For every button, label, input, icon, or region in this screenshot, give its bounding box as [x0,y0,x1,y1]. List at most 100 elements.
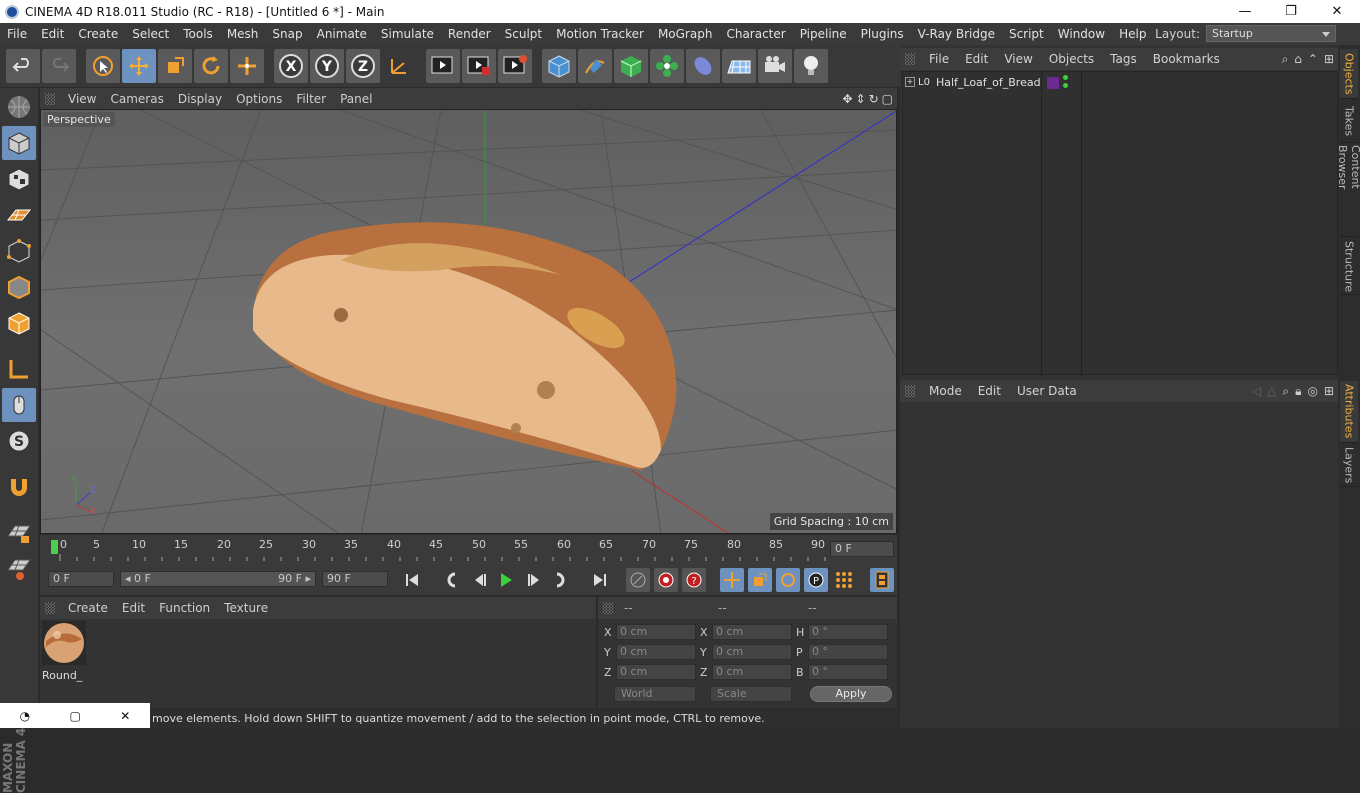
menu-pipeline[interactable]: Pipeline [793,27,854,41]
size-z-field[interactable]: 0 cm [712,664,792,680]
x-axis-icon[interactable]: X [274,49,308,83]
y-axis-icon[interactable]: Y [310,49,344,83]
om-menu-tags[interactable]: Tags [1102,52,1145,66]
coordinate-system-icon[interactable] [382,49,416,83]
snap-icon[interactable] [2,470,36,504]
lock-icon[interactable]: 🔒︎ [1295,384,1301,399]
tab-objects[interactable]: Objects [1340,49,1358,99]
record-pla-icon[interactable] [832,568,856,592]
go-to-start-icon[interactable] [400,568,424,592]
material-menu-edit[interactable]: Edit [115,601,152,615]
position-y-field[interactable]: 0 cm [616,644,696,660]
menu-window[interactable]: Window [1051,27,1112,41]
attr-menu-edit[interactable]: Edit [970,384,1009,398]
menu-file[interactable]: File [0,27,34,41]
om-menu-edit[interactable]: Edit [957,52,996,66]
points-mode-icon[interactable] [2,234,36,268]
edit-render-settings-icon[interactable] [498,49,532,83]
search-icon[interactable]: ⌕ [1282,384,1289,399]
undo-icon[interactable] [6,49,40,83]
object-name[interactable]: Half_Loaf_of_Bread [936,76,1041,89]
viewport-menu-options[interactable]: Options [229,92,289,106]
toggle-layout-icon[interactable]: ▢ [882,92,893,106]
model-mode-icon[interactable] [2,126,36,160]
material-menu-function[interactable]: Function [152,601,217,615]
menu-snap[interactable]: Snap [265,27,309,41]
om-menu-view[interactable]: View [996,52,1040,66]
select-icon[interactable] [86,49,120,83]
camera-label[interactable]: Perspective [43,112,115,127]
size-mode-dropdown[interactable]: Scale [710,686,792,702]
viewport-menu-view[interactable]: View [61,92,103,106]
menu-select[interactable]: Select [125,27,176,41]
render-picture-viewer-icon[interactable] [462,49,496,83]
viewport-menu-filter[interactable]: Filter [289,92,333,106]
tab-takes[interactable]: Takes [1340,101,1358,143]
tab-structure[interactable]: Structure [1340,239,1358,295]
scale-icon[interactable] [158,49,192,83]
record-parameter-icon[interactable]: P [804,568,828,592]
planar-workplane-icon[interactable] [2,552,36,586]
target-icon[interactable]: ◎ [1307,384,1317,399]
menu-simulate[interactable]: Simulate [374,27,441,41]
tweak-mode-icon[interactable] [2,388,36,422]
record-scale-icon[interactable] [748,568,772,592]
attr-menu-user-data[interactable]: User Data [1009,384,1085,398]
menu-mograph[interactable]: MoGraph [651,27,720,41]
layout-dropdown[interactable]: Startup [1206,25,1336,42]
tab-content-browser[interactable]: Content Browser [1336,145,1360,237]
cinema4d-taskbar-icon[interactable]: ◔ [20,709,30,723]
texture-mode-icon[interactable] [2,162,36,196]
polygons-mode-icon[interactable] [2,306,36,340]
pen-icon[interactable] [578,49,612,83]
menu-mesh[interactable]: Mesh [220,27,266,41]
pan-view-icon[interactable]: ✥ [842,92,852,106]
rotation-b-field[interactable]: 0 ° [808,664,888,680]
om-menu-bookmarks[interactable]: Bookmarks [1145,52,1228,66]
expand-icon[interactable]: + [905,77,915,87]
end-frame-field[interactable]: 90 F [322,571,388,587]
deformer-icon[interactable] [686,49,720,83]
menu-plugins[interactable]: Plugins [854,27,911,41]
maximize-button[interactable]: ❐ [1268,0,1314,23]
viewport-menu-cameras[interactable]: Cameras [103,92,170,106]
close-button[interactable]: ✕ [1314,0,1360,23]
record-rotation-icon[interactable] [776,568,800,592]
taskbar-restore-icon[interactable]: ▢ [70,709,81,723]
menu-motion-tracker[interactable]: Motion Tracker [549,27,651,41]
move-icon[interactable] [122,49,156,83]
rotate-icon[interactable] [194,49,228,83]
record-position-icon[interactable] [720,568,744,592]
home-icon[interactable]: ⌂ [1294,52,1302,67]
grip-handle[interactable] [603,602,613,614]
rotation-h-field[interactable]: 0 ° [808,624,888,640]
render-view-icon[interactable] [426,49,460,83]
up-arrow-icon[interactable]: △ [1267,384,1276,399]
material-swatch[interactable]: Round_ [42,621,86,682]
size-y-field[interactable]: 0 cm [712,644,792,660]
apply-button[interactable]: Apply [810,686,892,702]
up-arrow-icon[interactable]: ⌃ [1308,52,1318,67]
menu-tools[interactable]: Tools [176,27,220,41]
perspective-viewport[interactable]: Y Z X Perspective Grid Spacing : 10 cm [40,109,897,534]
grip-handle[interactable] [45,602,55,614]
rotation-p-field[interactable]: 0 ° [808,644,888,660]
menu-render[interactable]: Render [441,27,498,41]
search-icon[interactable]: ⌕ [1282,52,1289,67]
play-icon[interactable] [494,568,518,592]
taskbar-close-icon[interactable]: ✕ [120,709,130,723]
cube-icon[interactable] [542,49,576,83]
size-x-field[interactable]: 0 cm [712,624,792,640]
axis-mode-icon[interactable] [2,352,36,386]
editor-visibility-dot[interactable] [1063,75,1068,80]
z-axis-icon[interactable]: Z [346,49,380,83]
go-to-end-icon[interactable] [588,568,612,592]
autokeying-icon[interactable] [654,568,678,592]
position-z-field[interactable]: 0 cm [616,664,696,680]
next-key-icon[interactable] [550,568,574,592]
previous-frame-icon[interactable] [468,568,492,592]
redo-icon[interactable] [42,49,76,83]
floor-icon[interactable] [722,49,756,83]
subdivision-icon[interactable] [614,49,648,83]
new-window-icon[interactable]: ⊞ [1324,384,1334,399]
